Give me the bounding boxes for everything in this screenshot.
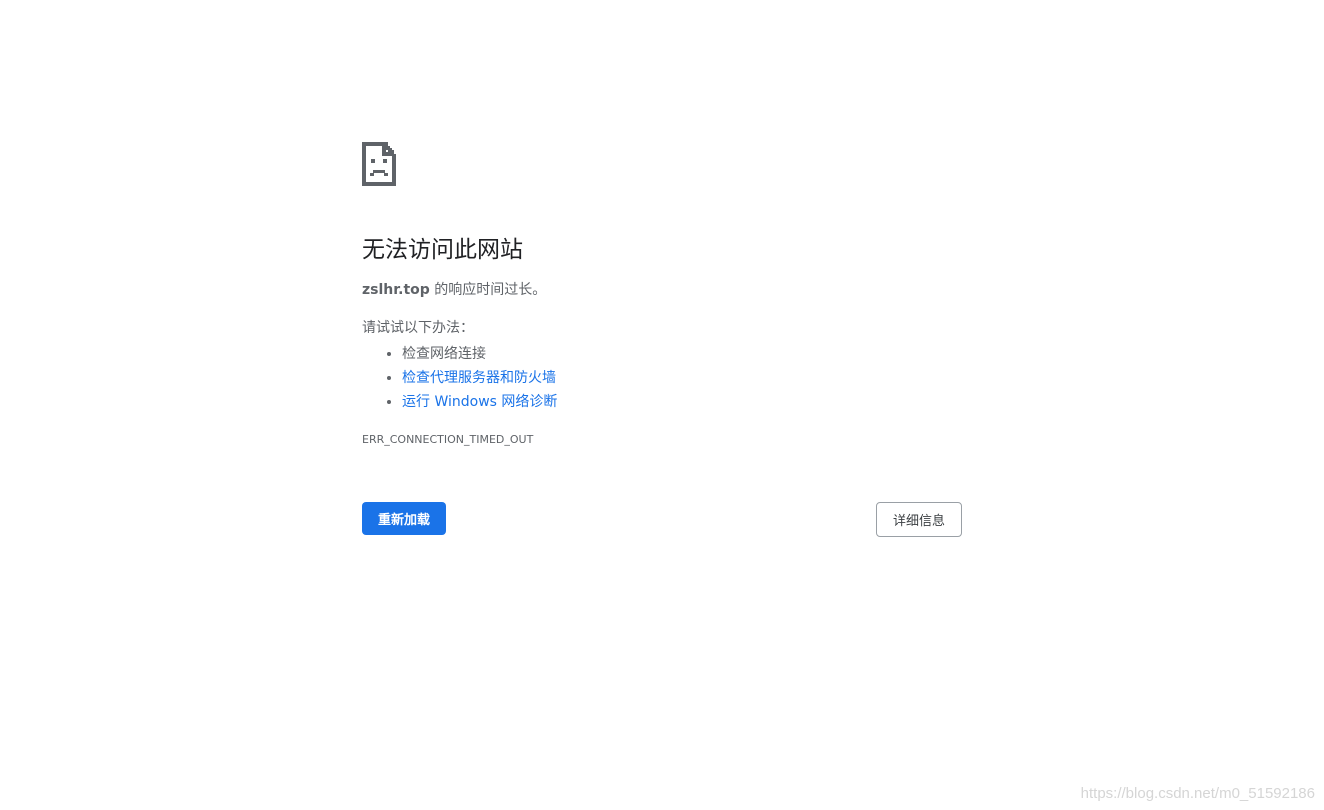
suggestions-heading: 请试试以下办法： bbox=[362, 320, 474, 336]
suggestion-run-diagnostics[interactable]: 运行 Windows 网络诊断 bbox=[402, 390, 962, 414]
check-proxy-firewall-link[interactable]: 检查代理服务器和防火墙 bbox=[402, 370, 556, 386]
host-name: zslhr.top bbox=[362, 282, 430, 298]
description-text: 的响应时间过长。 bbox=[429, 282, 547, 298]
run-network-diagnostics-link[interactable]: 运行 Windows 网络诊断 bbox=[402, 394, 557, 410]
reload-button[interactable]: 重新加载 bbox=[362, 502, 447, 535]
suggestion-check-proxy-firewall[interactable]: 检查代理服务器和防火墙 bbox=[402, 366, 962, 390]
sad-page-icon bbox=[362, 142, 396, 186]
watermark: https://blog.csdn.net/m0_51592186 bbox=[1080, 785, 1315, 802]
suggestions-list: 检查网络连接 检查代理服务器和防火墙 运行 Windows 网络诊断 bbox=[362, 342, 962, 414]
suggestion-check-network: 检查网络连接 bbox=[402, 342, 962, 366]
error-description: zslhr.top 的响应时间过长。 bbox=[362, 280, 962, 300]
suggestion-label: 检查网络连接 bbox=[402, 346, 486, 362]
error-page: 无法访问此网站 zslhr.top 的响应时间过长。 请试试以下办法： 检查网络… bbox=[0, 0, 1324, 810]
error-content: 无法访问此网站 zslhr.top 的响应时间过长。 请试试以下办法： 检查网络… bbox=[362, 142, 962, 448]
details-button[interactable]: 详细信息 bbox=[876, 502, 962, 537]
error-code: ERR_CONNECTION_TIMED_OUT bbox=[362, 433, 534, 446]
page-title: 无法访问此网站 bbox=[362, 237, 523, 263]
